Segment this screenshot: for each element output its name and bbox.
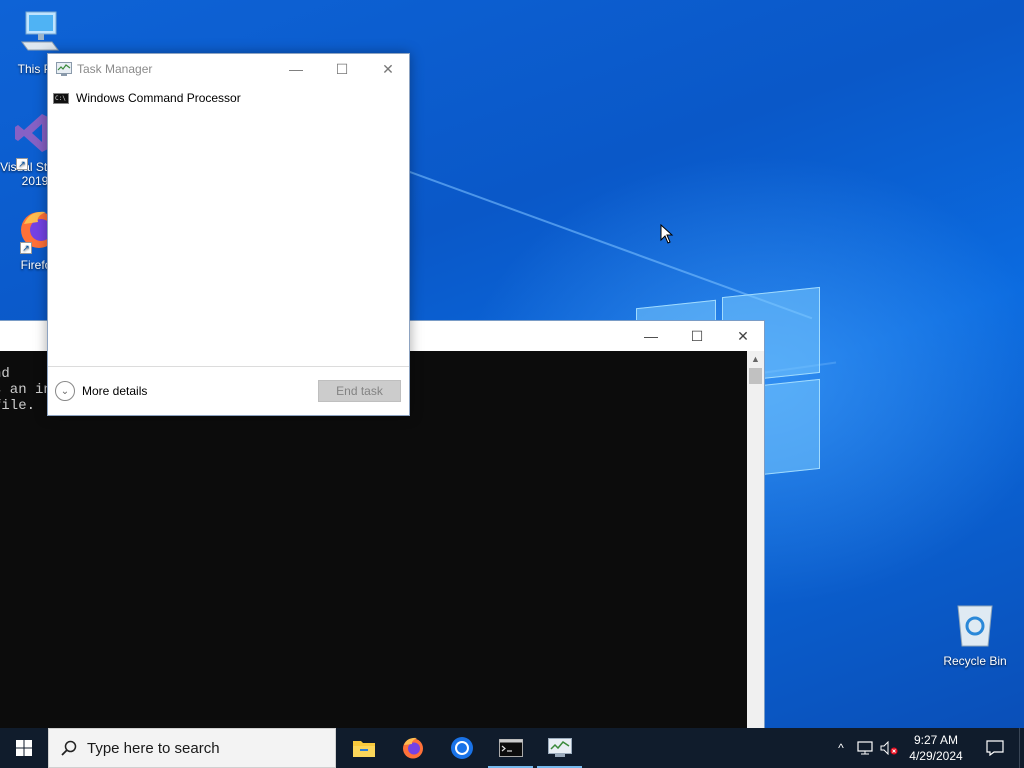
search-placeholder: Type here to search (87, 739, 220, 757)
chrome-icon (450, 737, 473, 759)
notification-icon (986, 740, 1004, 756)
search-icon (61, 740, 77, 756)
clock-time: 9:27 AM (913, 733, 959, 747)
taskbar: Type here to search ^ 9:27 AM 4/29/2024 (0, 728, 1024, 768)
taskbar-task-manager[interactable] (535, 728, 584, 768)
scroll-up-icon[interactable]: ▲ (747, 351, 764, 368)
close-button[interactable]: ✕ (720, 321, 766, 351)
maximize-button[interactable]: ☐ (319, 54, 365, 84)
desktop-icon-label: Recycle Bin (943, 654, 1007, 668)
task-manager-icon (56, 62, 72, 76)
process-name: Windows Command Processor (76, 91, 241, 105)
command-prompt-icon (498, 739, 523, 757)
window-title: Task Manager (77, 62, 153, 76)
search-box[interactable]: Type here to search (48, 728, 336, 768)
desktop-icon-recycle-bin[interactable]: Recycle Bin (940, 602, 1010, 668)
volume-muted-icon[interactable] (877, 728, 901, 768)
system-tray: ^ 9:27 AM 4/29/2024 (829, 728, 1024, 768)
shortcut-arrow-icon: ↗ (16, 158, 28, 170)
computer-icon (21, 11, 59, 51)
clock-date: 4/29/2024 (909, 749, 963, 763)
chevron-down-icon: ⌄ (55, 381, 75, 401)
shortcut-arrow-icon: ↗ (20, 242, 32, 254)
network-icon[interactable] (853, 728, 877, 768)
desktop: This PC ↗ Visual Studio 2019 ↗ Firefox R… (0, 0, 1024, 728)
task-manager-icon (547, 738, 572, 757)
firefox-icon (402, 737, 423, 759)
maximize-button[interactable]: ☐ (674, 321, 720, 351)
clock[interactable]: 9:27 AM 4/29/2024 (901, 732, 971, 764)
taskbar-chrome[interactable] (437, 728, 486, 768)
task-manager-footer: ⌄ More details End task (48, 366, 409, 415)
recycle-bin-icon (957, 605, 993, 647)
taskbar-command-prompt[interactable] (486, 728, 535, 768)
task-manager-titlebar[interactable]: Task Manager — ☐ ✕ (48, 54, 409, 84)
start-button[interactable] (0, 728, 48, 768)
show-desktop-button[interactable] (1019, 728, 1024, 768)
mouse-cursor-icon (660, 224, 674, 244)
more-details-toggle[interactable]: ⌄ More details (55, 381, 147, 401)
show-hidden-icons-chevron-up-icon[interactable]: ^ (829, 728, 853, 768)
minimize-button[interactable]: — (628, 321, 674, 351)
file-explorer-icon (352, 741, 375, 757)
vertical-scrollbar[interactable]: ▲ (747, 351, 764, 728)
end-task-button[interactable]: End task (318, 380, 401, 402)
windows-start-icon (16, 740, 32, 756)
process-row[interactable]: C:\ Windows Command Processor (53, 89, 241, 107)
action-center-button[interactable] (971, 740, 1019, 756)
task-manager-window[interactable]: Task Manager — ☐ ✕ C:\ Windows Command P… (47, 53, 410, 416)
close-button[interactable]: ✕ (365, 54, 411, 84)
taskbar-file-explorer[interactable] (339, 728, 388, 768)
taskbar-firefox[interactable] (388, 728, 437, 768)
command-prompt-icon: C:\ (53, 92, 69, 104)
console-line: . (0, 426, 749, 442)
more-details-label: More details (82, 384, 148, 398)
minimize-button[interactable]: — (273, 54, 319, 84)
scroll-thumb[interactable] (749, 368, 762, 384)
